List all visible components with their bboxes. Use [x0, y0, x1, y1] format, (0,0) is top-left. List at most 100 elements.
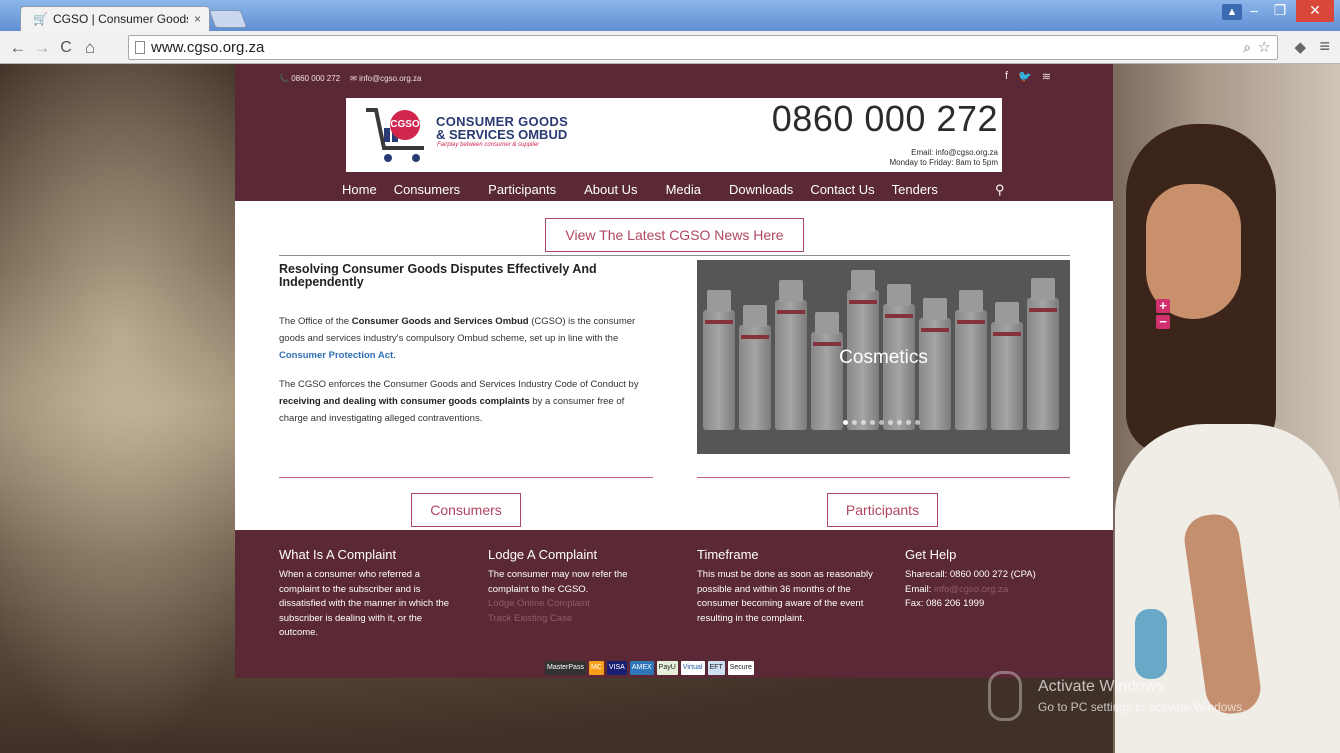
- search-icon[interactable]: ⚲: [995, 182, 1007, 197]
- header-email: Email: info@cgso.org.za: [911, 148, 998, 157]
- forward-arrow-icon[interactable]: →: [32, 38, 52, 58]
- nav-home[interactable]: Home: [342, 182, 377, 197]
- activate-title: Activate Windows: [1038, 678, 1165, 695]
- footer-heading: Get Help: [905, 547, 957, 562]
- secure-logo: Secure: [727, 661, 754, 675]
- browser-tab[interactable]: 🛒 CGSO | Consumer Goods ×: [20, 6, 210, 31]
- slider-dot[interactable]: [906, 420, 911, 425]
- background-bracelet: [1135, 609, 1167, 679]
- topbar-email[interactable]: ✉ info@cgso.org.za: [350, 74, 421, 83]
- visa-logo: VISA: [606, 661, 627, 675]
- eft-logo: EFT: [707, 661, 725, 675]
- bookmark-star-icon[interactable]: ☆: [1258, 38, 1271, 56]
- footer-column-lodge: Lodge A Complaint The consumer may now r…: [488, 547, 668, 626]
- decrease-font-icon[interactable]: −: [1156, 315, 1170, 329]
- site-footer: What Is A Complaint When a consumer who …: [235, 530, 1113, 678]
- intro-p2-bold: receiving and dealing with consumer good…: [279, 396, 530, 407]
- topbar-email-text: info@cgso.org.za: [359, 74, 422, 83]
- footer-email-link[interactable]: info@cgso.org.za: [934, 584, 1008, 595]
- footer-heading: What Is A Complaint: [279, 547, 397, 562]
- divider: [279, 255, 1070, 256]
- footer-email-line: Email: info@cgso.org.za: [905, 583, 1085, 598]
- nav-downloads[interactable]: Downloads: [729, 182, 793, 197]
- slider-dot[interactable]: [870, 420, 875, 425]
- chrome-menu-icon[interactable]: ≡: [1319, 36, 1330, 57]
- payu-logo: PayU: [656, 661, 678, 675]
- nav-consumers[interactable]: Consumers: [394, 182, 460, 197]
- nav-about-us[interactable]: About Us: [584, 182, 637, 197]
- cgso-favicon-icon: 🛒: [33, 12, 48, 26]
- minimize-button[interactable]: –: [1240, 0, 1268, 22]
- tab-title: CGSO | Consumer Goods: [53, 12, 188, 26]
- intro-p1-text-a: The Office of the: [279, 316, 352, 327]
- browser-toolbar: ← → C ⌂ www.cgso.org.za ⌕ ☆ ◆ ≡: [0, 31, 1340, 64]
- rss-icon[interactable]: ≋: [1042, 70, 1051, 83]
- footer-text: This must be done as soon as reasonably …: [697, 569, 873, 624]
- page-icon: [135, 41, 145, 54]
- topbar-phone[interactable]: 📞 0860 000 272: [279, 74, 340, 83]
- header-contact-info: Email: info@cgso.org.za Monday to Friday…: [890, 148, 999, 168]
- slider-dot[interactable]: [861, 420, 866, 425]
- close-window-button[interactable]: ✕: [1296, 0, 1334, 22]
- home-icon[interactable]: ⌂: [80, 38, 100, 58]
- nav-media[interactable]: Media: [666, 182, 701, 197]
- maximize-button[interactable]: ❐: [1266, 0, 1294, 22]
- intro-paragraph-2: The CGSO enforces the Consumer Goods and…: [279, 376, 649, 427]
- payment-logos: MasterPass MC VISA AMEX PayU Virtual EFT…: [545, 661, 805, 676]
- logo-banner[interactable]: CGSO CONSUMER GOODS & SERVICES OMBUD Fai…: [346, 98, 1002, 172]
- user-profile-icon[interactable]: ▲: [1222, 4, 1242, 20]
- back-arrow-icon[interactable]: ←: [8, 38, 28, 58]
- slider-dot[interactable]: [915, 420, 920, 425]
- header-phone-number: 0860 000 272: [771, 98, 998, 139]
- footer-column-help: Get Help Sharecall: 0860 000 272 (CPA) E…: [905, 547, 1085, 612]
- logo-line-2: & SERVICES OMBUD: [436, 127, 568, 142]
- nav-contact-us[interactable]: Contact Us: [810, 182, 874, 197]
- slider-dot[interactable]: [879, 420, 884, 425]
- footer-email-label: Email:: [905, 583, 935, 595]
- main-content: View The Latest CGSO News Here Resolving…: [235, 201, 1113, 530]
- windows-key-icon: [988, 671, 1022, 721]
- divider: [279, 477, 653, 478]
- intro-paragraph-1: The Office of the Consumer Goods and Ser…: [279, 313, 649, 364]
- window-titlebar: 🛒 CGSO | Consumer Goods × ▲ – ❐ ✕: [0, 0, 1340, 31]
- lodge-online-complaint-link[interactable]: Lodge Online Complaint: [488, 597, 668, 612]
- slider-dot[interactable]: [852, 420, 857, 425]
- page-viewport: + − 📞 0860 000 272 ✉ info@cgso.org.za f …: [0, 64, 1340, 753]
- reload-icon[interactable]: C: [56, 38, 76, 58]
- footer-sharecall: Sharecall: 0860 000 272 (CPA): [905, 569, 1036, 580]
- intro-p2-text-a: The CGSO enforces the Consumer Goods and…: [279, 379, 639, 390]
- footer-heading: Lodge A Complaint: [488, 547, 598, 562]
- amex-logo: AMEX: [629, 661, 654, 675]
- topbar-phone-text: 0860 000 272: [291, 74, 341, 83]
- image-slider[interactable]: Cosmetics: [697, 260, 1070, 454]
- zoom-icon[interactable]: ⌕: [1243, 39, 1251, 56]
- track-existing-case-link[interactable]: Track Existing Case: [488, 612, 668, 627]
- font-size-controls: + −: [1156, 299, 1170, 331]
- twitter-icon[interactable]: 🐦: [1018, 70, 1032, 83]
- consumer-protection-act-link[interactable]: Consumer Protection Act: [279, 350, 393, 361]
- slider-dot[interactable]: [888, 420, 893, 425]
- activate-windows-watermark: Activate Windows Go to PC settings to ac…: [1038, 678, 1245, 714]
- facebook-icon[interactable]: f: [1005, 70, 1008, 83]
- tab-close-icon[interactable]: ×: [194, 12, 201, 26]
- extension-icon[interactable]: ◆: [1294, 38, 1306, 56]
- site-container: 📞 0860 000 272 ✉ info@cgso.org.za f 🐦 ≋ …: [235, 64, 1113, 678]
- slider-dot[interactable]: [897, 420, 902, 425]
- new-tab-button[interactable]: [208, 10, 248, 28]
- consumers-button[interactable]: Consumers: [411, 493, 521, 527]
- view-news-button[interactable]: View The Latest CGSO News Here: [545, 218, 804, 252]
- intro-p1-text-d: .: [393, 350, 396, 361]
- mastercard-logo: MC: [588, 661, 604, 675]
- footer-fax: Fax: 086 206 1999: [905, 598, 985, 609]
- nav-tenders[interactable]: Tenders: [892, 182, 938, 197]
- nav-participants[interactable]: Participants: [488, 182, 556, 197]
- footer-column-complaint: What Is A Complaint When a consumer who …: [279, 547, 459, 641]
- footer-heading: Timeframe: [697, 547, 759, 562]
- slider-dot[interactable]: [843, 420, 848, 425]
- logo-tagline: Fairplay between consumer & supplier: [437, 142, 540, 148]
- footer-text: When a consumer who referred a complaint…: [279, 569, 450, 638]
- main-nav: Home Consumers Participants About Us Med…: [342, 182, 966, 197]
- participants-button[interactable]: Participants: [827, 493, 938, 527]
- address-bar[interactable]: www.cgso.org.za ⌕ ☆: [128, 35, 1278, 60]
- increase-font-icon[interactable]: +: [1156, 299, 1170, 313]
